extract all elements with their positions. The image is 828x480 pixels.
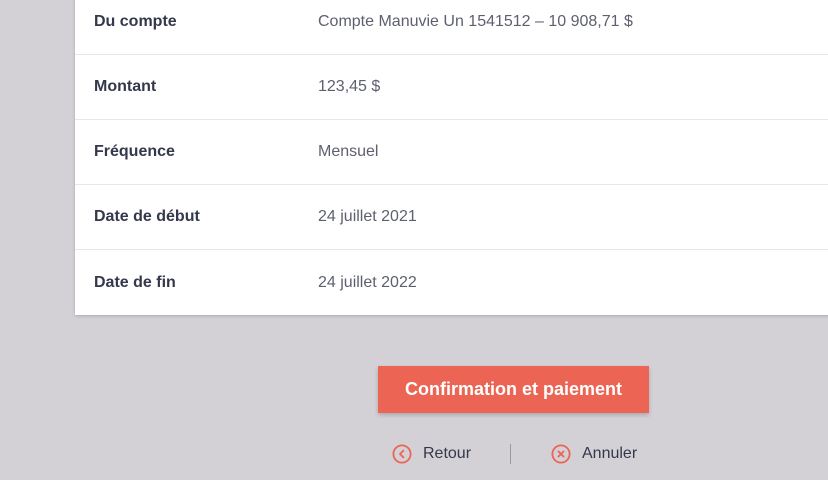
close-circle-icon: [551, 444, 571, 464]
summary-row-end-date: Date de fin 24 juillet 2022: [75, 250, 828, 315]
confirm-payment-button[interactable]: Confirmation et paiement: [378, 366, 649, 413]
frequency-label: Fréquence: [94, 143, 175, 160]
from-account-label: Du compte: [94, 13, 177, 30]
amount-label: Montant: [94, 78, 157, 95]
start-date-label: Date de début: [94, 208, 200, 225]
summary-row-amount: Montant 123,45 $: [75, 55, 828, 120]
actions-divider: [510, 444, 511, 464]
back-link[interactable]: Retour: [392, 442, 471, 466]
payment-summary-card: Du compte Compte Manuvie Un 1541512 – 10…: [75, 0, 828, 315]
start-date-value: 24 juillet 2021: [318, 208, 417, 225]
cancel-link[interactable]: Annuler: [551, 442, 637, 466]
frequency-value: Mensuel: [318, 143, 379, 160]
end-date-value: 24 juillet 2022: [318, 273, 417, 291]
end-date-label: Date de fin: [94, 273, 176, 291]
summary-row-start-date: Date de début 24 juillet 2021: [75, 185, 828, 250]
cancel-link-label: Annuler: [582, 445, 638, 462]
back-link-label: Retour: [423, 445, 472, 462]
summary-row-from-account: Du compte Compte Manuvie Un 1541512 – 10…: [75, 0, 828, 55]
from-account-value: Compte Manuvie Un 1541512 – 10 908,71 $: [318, 13, 633, 30]
amount-value: 123,45 $: [318, 78, 381, 95]
chevron-left-circle-icon: [392, 444, 412, 464]
summary-row-frequency: Fréquence Mensuel: [75, 120, 828, 185]
